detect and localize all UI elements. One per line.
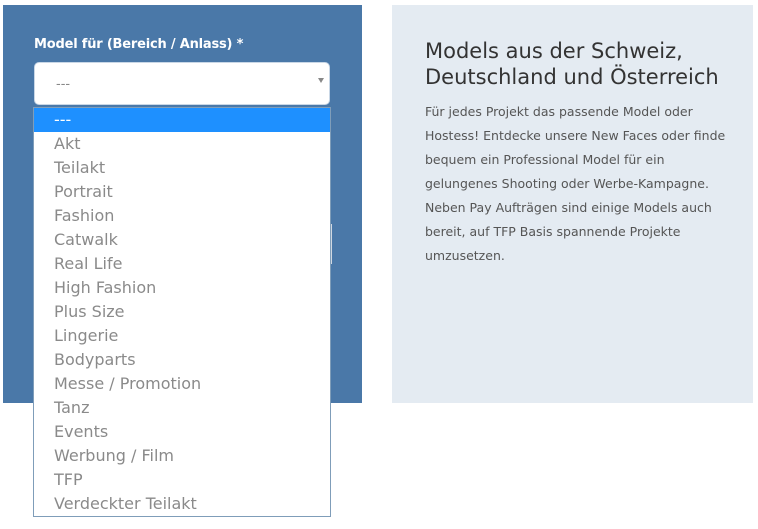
dropdown-option[interactable]: Events [34,420,330,444]
dropdown-option[interactable]: Plus Size [34,300,330,324]
dropdown-option[interactable]: Teilakt [34,156,330,180]
dropdown-option[interactable]: Verdeckter Teilakt [34,492,330,516]
dropdown-option[interactable]: Real Life [34,252,330,276]
dropdown-option[interactable]: Bodyparts [34,348,330,372]
dropdown-option[interactable]: TFP [34,468,330,492]
info-title: Models aus der Schweiz, Deutschland und … [425,39,719,89]
dropdown-option[interactable]: Akt [34,132,330,156]
chevron-down-icon [318,78,324,83]
dropdown-option[interactable]: Fashion [34,204,330,228]
dropdown-option[interactable]: Lingerie [34,324,330,348]
dropdown-option[interactable]: Tanz [34,396,330,420]
dropdown-option[interactable]: --- [34,108,330,132]
info-panel: Models aus der Schweiz, Deutschland und … [392,5,753,403]
model-category-dropdown-list[interactable]: --- Akt Teilakt Portrait Fashion Catwalk Real … [33,107,331,517]
dropdown-option[interactable]: Catwalk [34,228,330,252]
dropdown-option[interactable]: High Fashion [34,276,330,300]
dropdown-option[interactable]: Messe / Promotion [34,372,330,396]
model-category-label: Model für (Bereich / Anlass) * [34,37,244,52]
info-description: Für jedes Projekt das passende Model ode… [425,104,726,263]
dropdown-option[interactable]: Werbung / Film [34,444,330,468]
model-category-select[interactable]: --- [34,62,330,105]
dropdown-option[interactable]: Portrait [34,180,330,204]
select-current-value: --- [56,77,71,92]
